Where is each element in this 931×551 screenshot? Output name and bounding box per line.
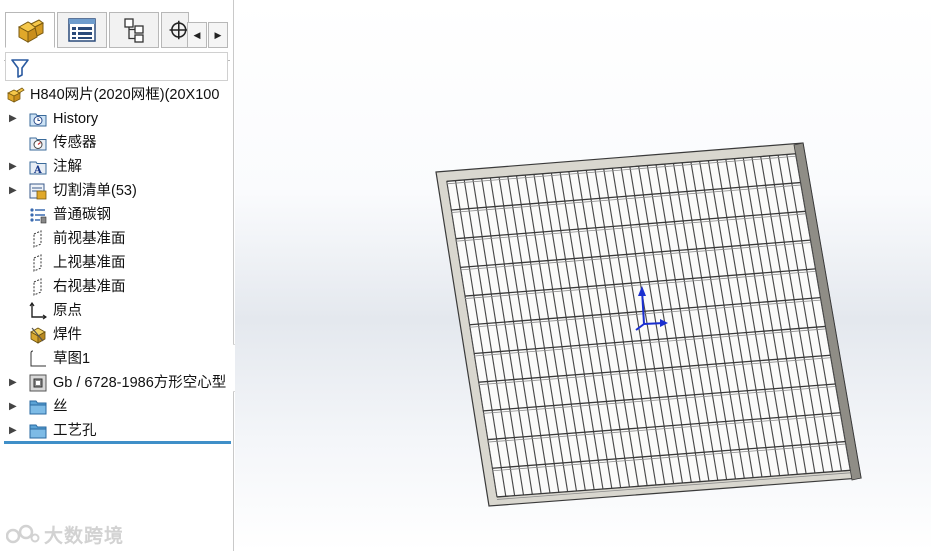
tree-item-folder-process-hole[interactable]: ▶ 工艺孔 [0,419,232,443]
plane-icon [33,278,42,296]
folder-icon [29,424,47,439]
watermark-logo-icon [6,524,40,544]
part-icon [17,19,44,43]
tree-item-label: 右视基准面 [53,279,126,295]
tree-item-label: 普通碳钢 [53,207,111,223]
expand-arrow-icon[interactable]: ▶ [9,161,19,173]
tab-scroll-left-button[interactable]: ◀ [187,22,207,48]
wire-mesh-model[interactable] [235,0,931,551]
chevron-left-icon: ◀ [193,29,201,40]
sensor-folder-icon [29,137,47,151]
plane-icon [33,230,42,248]
tree-item-cut-list[interactable]: ▶ 切割清单(53) [0,179,232,203]
chevron-right-icon: ▶ [214,29,222,40]
expand-arrow-icon[interactable]: ▶ [9,401,19,413]
property-icon [68,18,96,42]
watermark-text: 大数跨境 [44,525,125,547]
tree-item-label: 丝 [53,399,68,415]
tree-item-right-plane[interactable]: 右视基准面 [0,275,232,299]
tab-feature-manager[interactable] [5,12,55,48]
material-icon [30,208,47,224]
weldment-icon [30,327,46,344]
tab-property-manager[interactable] [57,12,107,48]
tree-item-material[interactable]: 普通碳钢 [0,203,232,227]
tree-item-origin[interactable]: 原点 [0,299,232,323]
plane-icon [33,254,42,272]
tree-item-structural-member[interactable]: ▶ Gb / 6728-1986方形空心型 [0,371,232,395]
tree-item-folder-wire[interactable]: ▶ 丝 [0,395,232,419]
tree-item-label: Gb / 6728-1986方形空心型 [53,375,227,391]
history-folder-icon [29,113,47,127]
expand-arrow-icon[interactable]: ▶ [9,425,19,437]
funnel-icon [11,59,29,78]
tree-item-annotations[interactable]: ▶ A 注解 [0,155,232,179]
tree-item-label: 注解 [53,159,82,175]
feature-manager-panel: ◀ ▶ H840网片(2020网框)(20X100 ▶ History 传感器 … [0,0,234,551]
expand-arrow-icon[interactable]: ▶ [9,113,19,125]
tree-item-label: 工艺孔 [53,423,97,439]
watermark: 大数跨境 [6,519,124,549]
annotation-folder-icon: A [29,161,47,176]
tree-item-sensors[interactable]: 传感器 [0,131,232,155]
structural-member-icon [29,374,47,392]
origin-icon [29,302,47,320]
tree-item-label: 草图1 [53,351,91,367]
tree-item-label: 前视基准面 [53,231,126,247]
part-icon [7,87,25,103]
expand-arrow-icon[interactable]: ▶ [9,185,19,197]
tree-item-label: 上视基准面 [53,255,126,271]
tree-item-front-plane[interactable]: 前视基准面 [0,227,232,251]
tree-item-label: History [53,111,99,127]
manager-tab-bar: ◀ ▶ [0,12,232,61]
cut-list-icon [29,183,47,200]
sketch-icon [30,350,46,367]
dimxpert-icon [169,20,188,40]
svg-text:A: A [33,165,42,176]
config-icon [124,18,144,43]
tree-item-sketch[interactable]: 草图1 [0,347,232,371]
expand-arrow-icon[interactable]: ▶ [9,377,19,389]
tree-root-item[interactable]: H840网片(2020网框)(20X100 [0,83,232,107]
tree-item-weldment[interactable]: 焊件 [0,323,232,347]
tree-item-history[interactable]: ▶ History [0,107,232,131]
tree-item-label: 原点 [53,303,82,319]
tab-scroll-right-button[interactable]: ▶ [208,22,228,48]
tree-item-label: 传感器 [53,135,97,151]
tree-root-label: H840网片(2020网框)(20X100 [30,87,220,103]
tree-item-label: 切割清单(53) [53,183,137,199]
tab-dimxpert-manager[interactable] [161,12,189,48]
tree-filter-input[interactable] [5,52,228,81]
tab-configuration-manager[interactable] [109,12,159,48]
graphics-viewport[interactable] [235,0,931,551]
folder-icon [29,400,47,415]
tree-item-top-plane[interactable]: 上视基准面 [0,251,232,275]
tree-item-label: 焊件 [53,327,82,343]
rollback-bar[interactable] [4,441,231,444]
